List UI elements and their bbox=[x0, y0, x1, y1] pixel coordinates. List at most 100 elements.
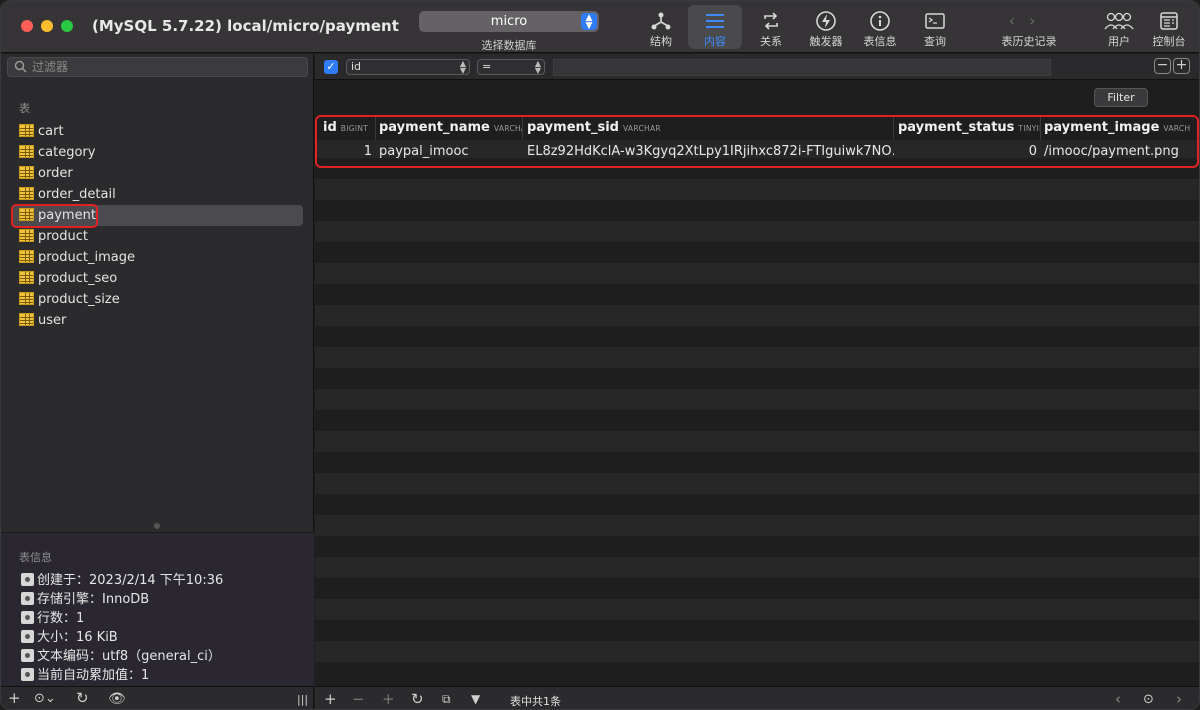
sidebar-bottom-bar: + ⊙⌄ ↻ 👁 ||| bbox=[1, 686, 314, 709]
table-item-label: product_seo bbox=[38, 271, 118, 286]
filter-field-select[interactable]: id ▲ ▼ bbox=[346, 59, 470, 75]
info-row-rows: 行数：1 bbox=[21, 609, 223, 628]
chevron-updown-icon: ▲ ▼ bbox=[581, 13, 597, 31]
table-icon bbox=[19, 166, 34, 179]
table-item-order-detail[interactable]: order_detail bbox=[11, 184, 303, 205]
content-button[interactable]: 内容 bbox=[688, 5, 742, 49]
relations-label: 关系 bbox=[760, 35, 782, 48]
resize-handle-icon[interactable]: ||| bbox=[297, 693, 308, 706]
history-forward-button[interactable]: › bbox=[1029, 11, 1049, 30]
grid-stripe-row bbox=[315, 263, 1199, 284]
remove-row-button[interactable]: − bbox=[352, 690, 365, 708]
query-button[interactable]: 查询 bbox=[908, 5, 962, 49]
remove-filter-button[interactable]: − bbox=[1154, 58, 1171, 74]
info-bullet-icon bbox=[21, 630, 34, 643]
table-item-user[interactable]: user bbox=[11, 310, 303, 331]
triggers-button[interactable]: 触发器 bbox=[799, 5, 853, 49]
table-item-label: product_image bbox=[38, 250, 135, 265]
grid-stripe-row bbox=[315, 536, 1199, 557]
previous-page-button[interactable]: ‹ bbox=[1115, 690, 1121, 708]
table-item-product-size[interactable]: product_size bbox=[11, 289, 303, 310]
query-label: 查询 bbox=[924, 35, 946, 48]
info-text: 当前自动累加值：1 bbox=[37, 668, 150, 683]
structure-button[interactable]: 结构 bbox=[634, 5, 688, 49]
info-text: 行数：1 bbox=[37, 611, 85, 626]
structure-label: 结构 bbox=[650, 35, 672, 48]
table-item-label: order_detail bbox=[38, 187, 116, 202]
filter-operator-value: = bbox=[482, 60, 492, 73]
highlight-box bbox=[315, 115, 1199, 168]
table-info-button[interactable]: 表信息 bbox=[853, 5, 907, 49]
filter-operator-select[interactable]: = ▲ ▼ bbox=[477, 59, 545, 75]
sidebar: 过滤器 表 cart category order order_detail p… bbox=[1, 54, 314, 686]
table-item-label: product_size bbox=[38, 292, 120, 307]
users-button[interactable]: 用户 bbox=[1092, 5, 1146, 49]
close-window-button[interactable] bbox=[21, 20, 33, 32]
refresh-icon[interactable]: ↻ bbox=[76, 689, 89, 707]
table-filter-placeholder: 过滤器 bbox=[32, 60, 69, 74]
search-icon bbox=[14, 60, 27, 73]
table-item-cart[interactable]: cart bbox=[11, 121, 303, 142]
database-select[interactable]: micro ▲ ▼ bbox=[419, 11, 599, 32]
edit-pop-icon[interactable]: ⧉ bbox=[442, 692, 451, 707]
minimize-window-button[interactable] bbox=[41, 20, 53, 32]
console-button[interactable]: 控制台 bbox=[1142, 5, 1196, 49]
filter-value-input[interactable] bbox=[553, 59, 1051, 76]
splitter-handle[interactable] bbox=[154, 523, 160, 529]
query-icon bbox=[908, 5, 962, 31]
refresh-icon[interactable]: ↻ bbox=[411, 690, 424, 708]
table-item-order[interactable]: order bbox=[11, 163, 303, 184]
table-item-product-seo[interactable]: product_seo bbox=[11, 268, 303, 289]
add-filter-button[interactable]: + bbox=[1173, 58, 1190, 74]
content-bottom-bar: + − + ↻ ⧉ ▼ 表中共1条 ‹ ⊙ › bbox=[315, 686, 1199, 709]
grid-stripe-row bbox=[315, 242, 1199, 263]
more-actions-button[interactable]: ⊙⌄ bbox=[34, 691, 56, 706]
grid-stripe-row bbox=[315, 641, 1199, 662]
info-row-size: 大小：16 KiB bbox=[21, 628, 223, 647]
next-page-button[interactable]: › bbox=[1176, 690, 1182, 708]
table-item-product[interactable]: product bbox=[11, 226, 303, 247]
pagination-options-icon[interactable]: ⊙ bbox=[1143, 692, 1154, 707]
apply-filter-button[interactable]: Filter bbox=[1094, 88, 1148, 107]
console-label: 控制台 bbox=[1152, 35, 1186, 48]
history-back-button[interactable]: ‹ bbox=[1009, 11, 1029, 30]
filter-enabled-checkbox[interactable]: ✓ bbox=[324, 60, 338, 74]
eye-icon[interactable]: 👁 bbox=[108, 691, 126, 707]
info-row-encoding: 文本编码：utf8（general_ci） bbox=[21, 647, 223, 666]
table-icon bbox=[19, 292, 34, 305]
info-row-auto-increment: 当前自动累加值：1 bbox=[21, 666, 223, 685]
relations-button[interactable]: 关系 bbox=[744, 5, 798, 49]
add-table-button[interactable]: + bbox=[8, 689, 21, 707]
data-grid[interactable] bbox=[315, 116, 1199, 686]
table-item-label: user bbox=[38, 313, 67, 328]
info-row-engine: 存储引擎：InnoDB bbox=[21, 590, 223, 609]
table-icon bbox=[19, 229, 34, 242]
duplicate-row-button[interactable]: + bbox=[382, 690, 395, 708]
filter-bar: ✓ id ▲ ▼ = ▲ ▼ − + bbox=[315, 54, 1199, 80]
grid-stripe-row bbox=[315, 515, 1199, 536]
table-item-product-image[interactable]: product_image bbox=[11, 247, 303, 268]
grid-stripe-row bbox=[315, 599, 1199, 620]
table-item-category[interactable]: category bbox=[11, 142, 303, 163]
zoom-window-button[interactable] bbox=[61, 20, 73, 32]
grid-stripe-row bbox=[315, 284, 1199, 305]
add-row-button[interactable]: + bbox=[324, 690, 337, 708]
table-item-label: order bbox=[38, 166, 73, 181]
table-icon bbox=[19, 271, 34, 284]
info-bullet-icon bbox=[21, 611, 34, 624]
table-filter-input[interactable]: 过滤器 bbox=[7, 57, 308, 77]
database-select-value: micro bbox=[490, 14, 528, 29]
grid-stripe-row bbox=[315, 410, 1199, 431]
grid-stripe-row bbox=[315, 200, 1199, 221]
grid-stripe-row bbox=[315, 578, 1199, 599]
info-bullet-icon bbox=[21, 668, 34, 681]
table-icon bbox=[19, 313, 34, 326]
grid-stripe-row bbox=[315, 221, 1199, 242]
info-text: 文本编码：utf8（general_ci） bbox=[37, 649, 221, 664]
grid-stripe-row bbox=[315, 662, 1199, 683]
info-icon bbox=[853, 5, 907, 31]
info-text: 创建于：2023/2/14 下午10:36 bbox=[37, 573, 224, 588]
relations-icon bbox=[744, 5, 798, 31]
filter-icon[interactable]: ▼ bbox=[471, 692, 480, 706]
app-window: (MySQL 5.7.22) local/micro/payment micro… bbox=[0, 0, 1200, 710]
